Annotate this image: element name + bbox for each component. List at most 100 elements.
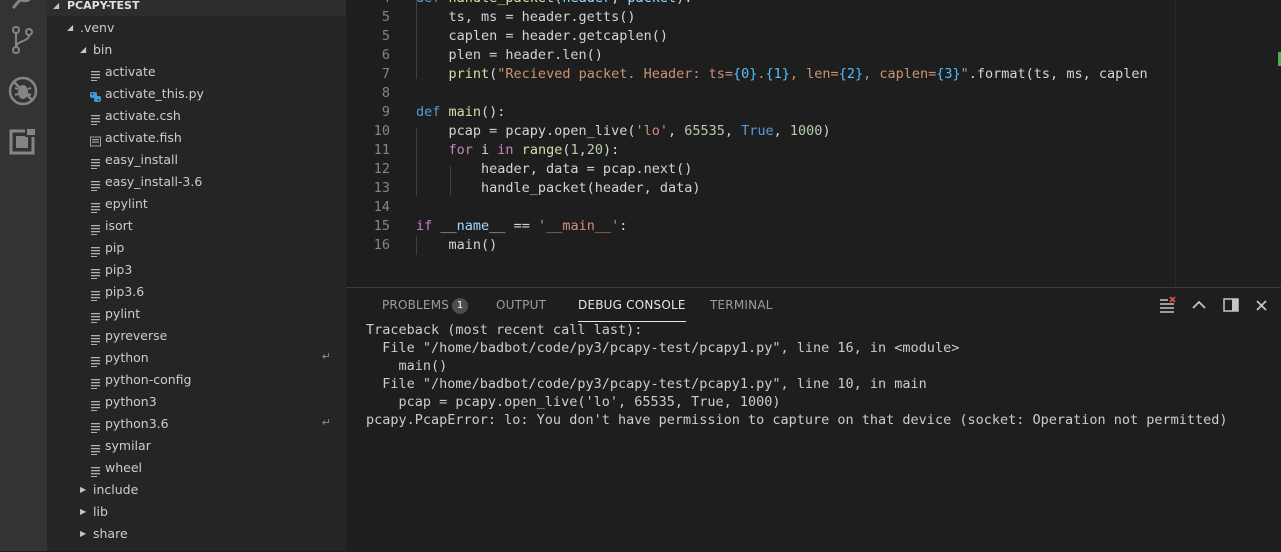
tree-file[interactable]: pip3	[47, 259, 346, 281]
code-editor[interactable]: 4def handle_packet(header, packet):5 ts,…	[346, 0, 1281, 287]
debug-console-output[interactable]: Traceback (most recent call last): File …	[366, 321, 1276, 429]
line-number: 10	[373, 123, 390, 139]
code-text: def handle_packet(header, packet):	[416, 0, 692, 8]
close-panel-icon[interactable]	[1253, 296, 1271, 314]
tree-file[interactable]: pip3.6	[47, 281, 346, 303]
line-number: 11	[373, 142, 390, 158]
chevron-down-icon: ◢	[80, 45, 87, 54]
tree-folder[interactable]: ◢ bin	[47, 39, 346, 61]
code-text: ts, ms = header.getts()	[416, 9, 636, 25]
line-number: 5	[381, 9, 390, 25]
chevron-down-icon: ◢	[53, 1, 60, 10]
text-file-icon	[90, 66, 101, 81]
tree-file[interactable]: wheel	[47, 457, 346, 479]
console-line: main()	[366, 358, 448, 374]
tree-folder[interactable]: ▶ include	[47, 479, 346, 501]
search-icon[interactable]	[7, 0, 39, 14]
fish-file-icon	[90, 132, 101, 147]
source-control-icon[interactable]	[7, 24, 39, 56]
tree-file[interactable]: easy_install-3.6	[47, 171, 346, 193]
code-line: 14	[346, 198, 1281, 217]
tree-file[interactable]: pylint	[47, 303, 346, 325]
tree-item-label: easy_install-3.6	[105, 174, 203, 189]
indent-guide	[450, 166, 451, 196]
text-file-icon	[90, 396, 101, 411]
tree-item-label: bin	[93, 42, 113, 57]
tree-folder[interactable]: ◢ .venv	[47, 17, 346, 39]
chevron-down-icon: ◢	[67, 23, 74, 32]
tab-label: PROBLEMS	[382, 298, 450, 312]
text-file-icon	[90, 154, 101, 169]
tree-file[interactable]: easy_install	[47, 149, 346, 171]
tab-terminal[interactable]: TERMINAL	[710, 288, 773, 322]
tree-file[interactable]: activate_this.py	[47, 83, 346, 105]
minimap[interactable]	[1175, 0, 1281, 287]
text-file-icon	[90, 264, 101, 279]
chevron-right-icon: ▶	[80, 529, 87, 538]
indent-guide	[416, 0, 417, 79]
tree-file[interactable]: isort	[47, 215, 346, 237]
tree-folder[interactable]: ▶ share	[47, 523, 346, 545]
line-number: 15	[373, 218, 390, 234]
text-file-icon	[90, 176, 101, 191]
tree-item-label: wheel	[105, 460, 142, 475]
clear-console-icon[interactable]	[1158, 296, 1176, 314]
code-line: 15 if __name__ == '__main__':	[346, 217, 1281, 236]
text-file-icon	[90, 352, 101, 367]
line-number: 14	[373, 199, 390, 215]
code-text: def main():	[416, 104, 506, 120]
tree-file[interactable]: python-config	[47, 369, 346, 391]
line-number: 5	[381, 28, 390, 44]
text-file-icon	[90, 462, 101, 477]
console-line: File "/home/badbot/code/py3/pcapy-test/p…	[366, 340, 960, 356]
tree-file[interactable]: python3.6 ↵	[47, 413, 346, 435]
console-line: Traceback (most recent call last):	[366, 322, 643, 338]
tree-item-label: pip3.6	[105, 284, 145, 299]
code-line: 6 plen = header.len()	[346, 46, 1281, 65]
console-line: File "/home/badbot/code/py3/pcapy-test/p…	[366, 376, 927, 392]
tree-file[interactable]: activate.fish	[47, 127, 346, 149]
text-file-icon	[90, 110, 101, 125]
tree-file[interactable]: symilar	[47, 435, 346, 457]
tree-file[interactable]: pip	[47, 237, 346, 259]
tree-file[interactable]: activate.csh	[47, 105, 346, 127]
explorer-section-header[interactable]: ◢ PCAPY-TEST	[47, 0, 346, 16]
code-line: 9 def main():	[346, 103, 1281, 122]
python-file-icon	[90, 88, 101, 102]
tree-file[interactable]: python3	[47, 391, 346, 413]
code-text: caplen = header.getcaplen()	[416, 28, 668, 44]
tree-file[interactable]: activate	[47, 61, 346, 83]
tab-problems[interactable]: PROBLEMS 1	[382, 288, 469, 322]
code-line: 7 print("Recieved packet. Header: ts={0}…	[346, 65, 1281, 84]
extensions-icon[interactable]	[7, 125, 39, 157]
code-text: header, data = pcap.next()	[416, 161, 693, 177]
tree-file[interactable]: python ↵	[47, 347, 346, 369]
tab-debug-console[interactable]: DEBUG CONSOLE	[578, 288, 686, 322]
tree-item-label: activate_this.py	[105, 86, 204, 101]
code-line: 10 pcap = pcapy.open_live('lo', 65535, T…	[346, 122, 1281, 141]
tree-folder[interactable]: ▶ lib	[47, 501, 346, 523]
explorer-sidebar: ◢ PCAPY-TEST ◢ .venv ◢ bin activate activate_…	[47, 0, 346, 551]
tab-label: DEBUG CONSOLE	[578, 298, 686, 312]
text-file-icon	[90, 242, 101, 257]
console-line: pcapy.PcapError: lo: You don't have perm…	[366, 412, 1228, 428]
toggle-panel-position-icon[interactable]	[1222, 296, 1240, 314]
code-line: 13 handle_packet(header, data)	[346, 179, 1281, 198]
text-file-icon	[90, 198, 101, 213]
tree-item-label: include	[93, 482, 139, 497]
debug-icon[interactable]	[7, 75, 39, 107]
tree-file[interactable]: pyreverse	[47, 325, 346, 347]
line-number: 16	[373, 237, 390, 253]
line-number: 12	[373, 161, 390, 177]
tree-item-label: python3	[105, 394, 157, 409]
tab-output[interactable]: OUTPUT	[496, 288, 546, 322]
bottom-panel: PROBLEMS 1 OUTPUT DEBUG CONSOLE TERMINAL Tra…	[346, 287, 1281, 552]
code-text: pcap = pcapy.open_live('lo', 65535, True…	[416, 123, 831, 139]
chevron-right-icon: ▶	[80, 507, 87, 516]
line-number: 7	[381, 66, 390, 82]
tab-label: TERMINAL	[710, 298, 773, 312]
tree-file[interactable]: epylint	[47, 193, 346, 215]
maximize-panel-icon[interactable]	[1190, 296, 1208, 314]
tree-item-label: symilar	[105, 438, 151, 453]
tree-item-label: pyreverse	[105, 328, 168, 343]
